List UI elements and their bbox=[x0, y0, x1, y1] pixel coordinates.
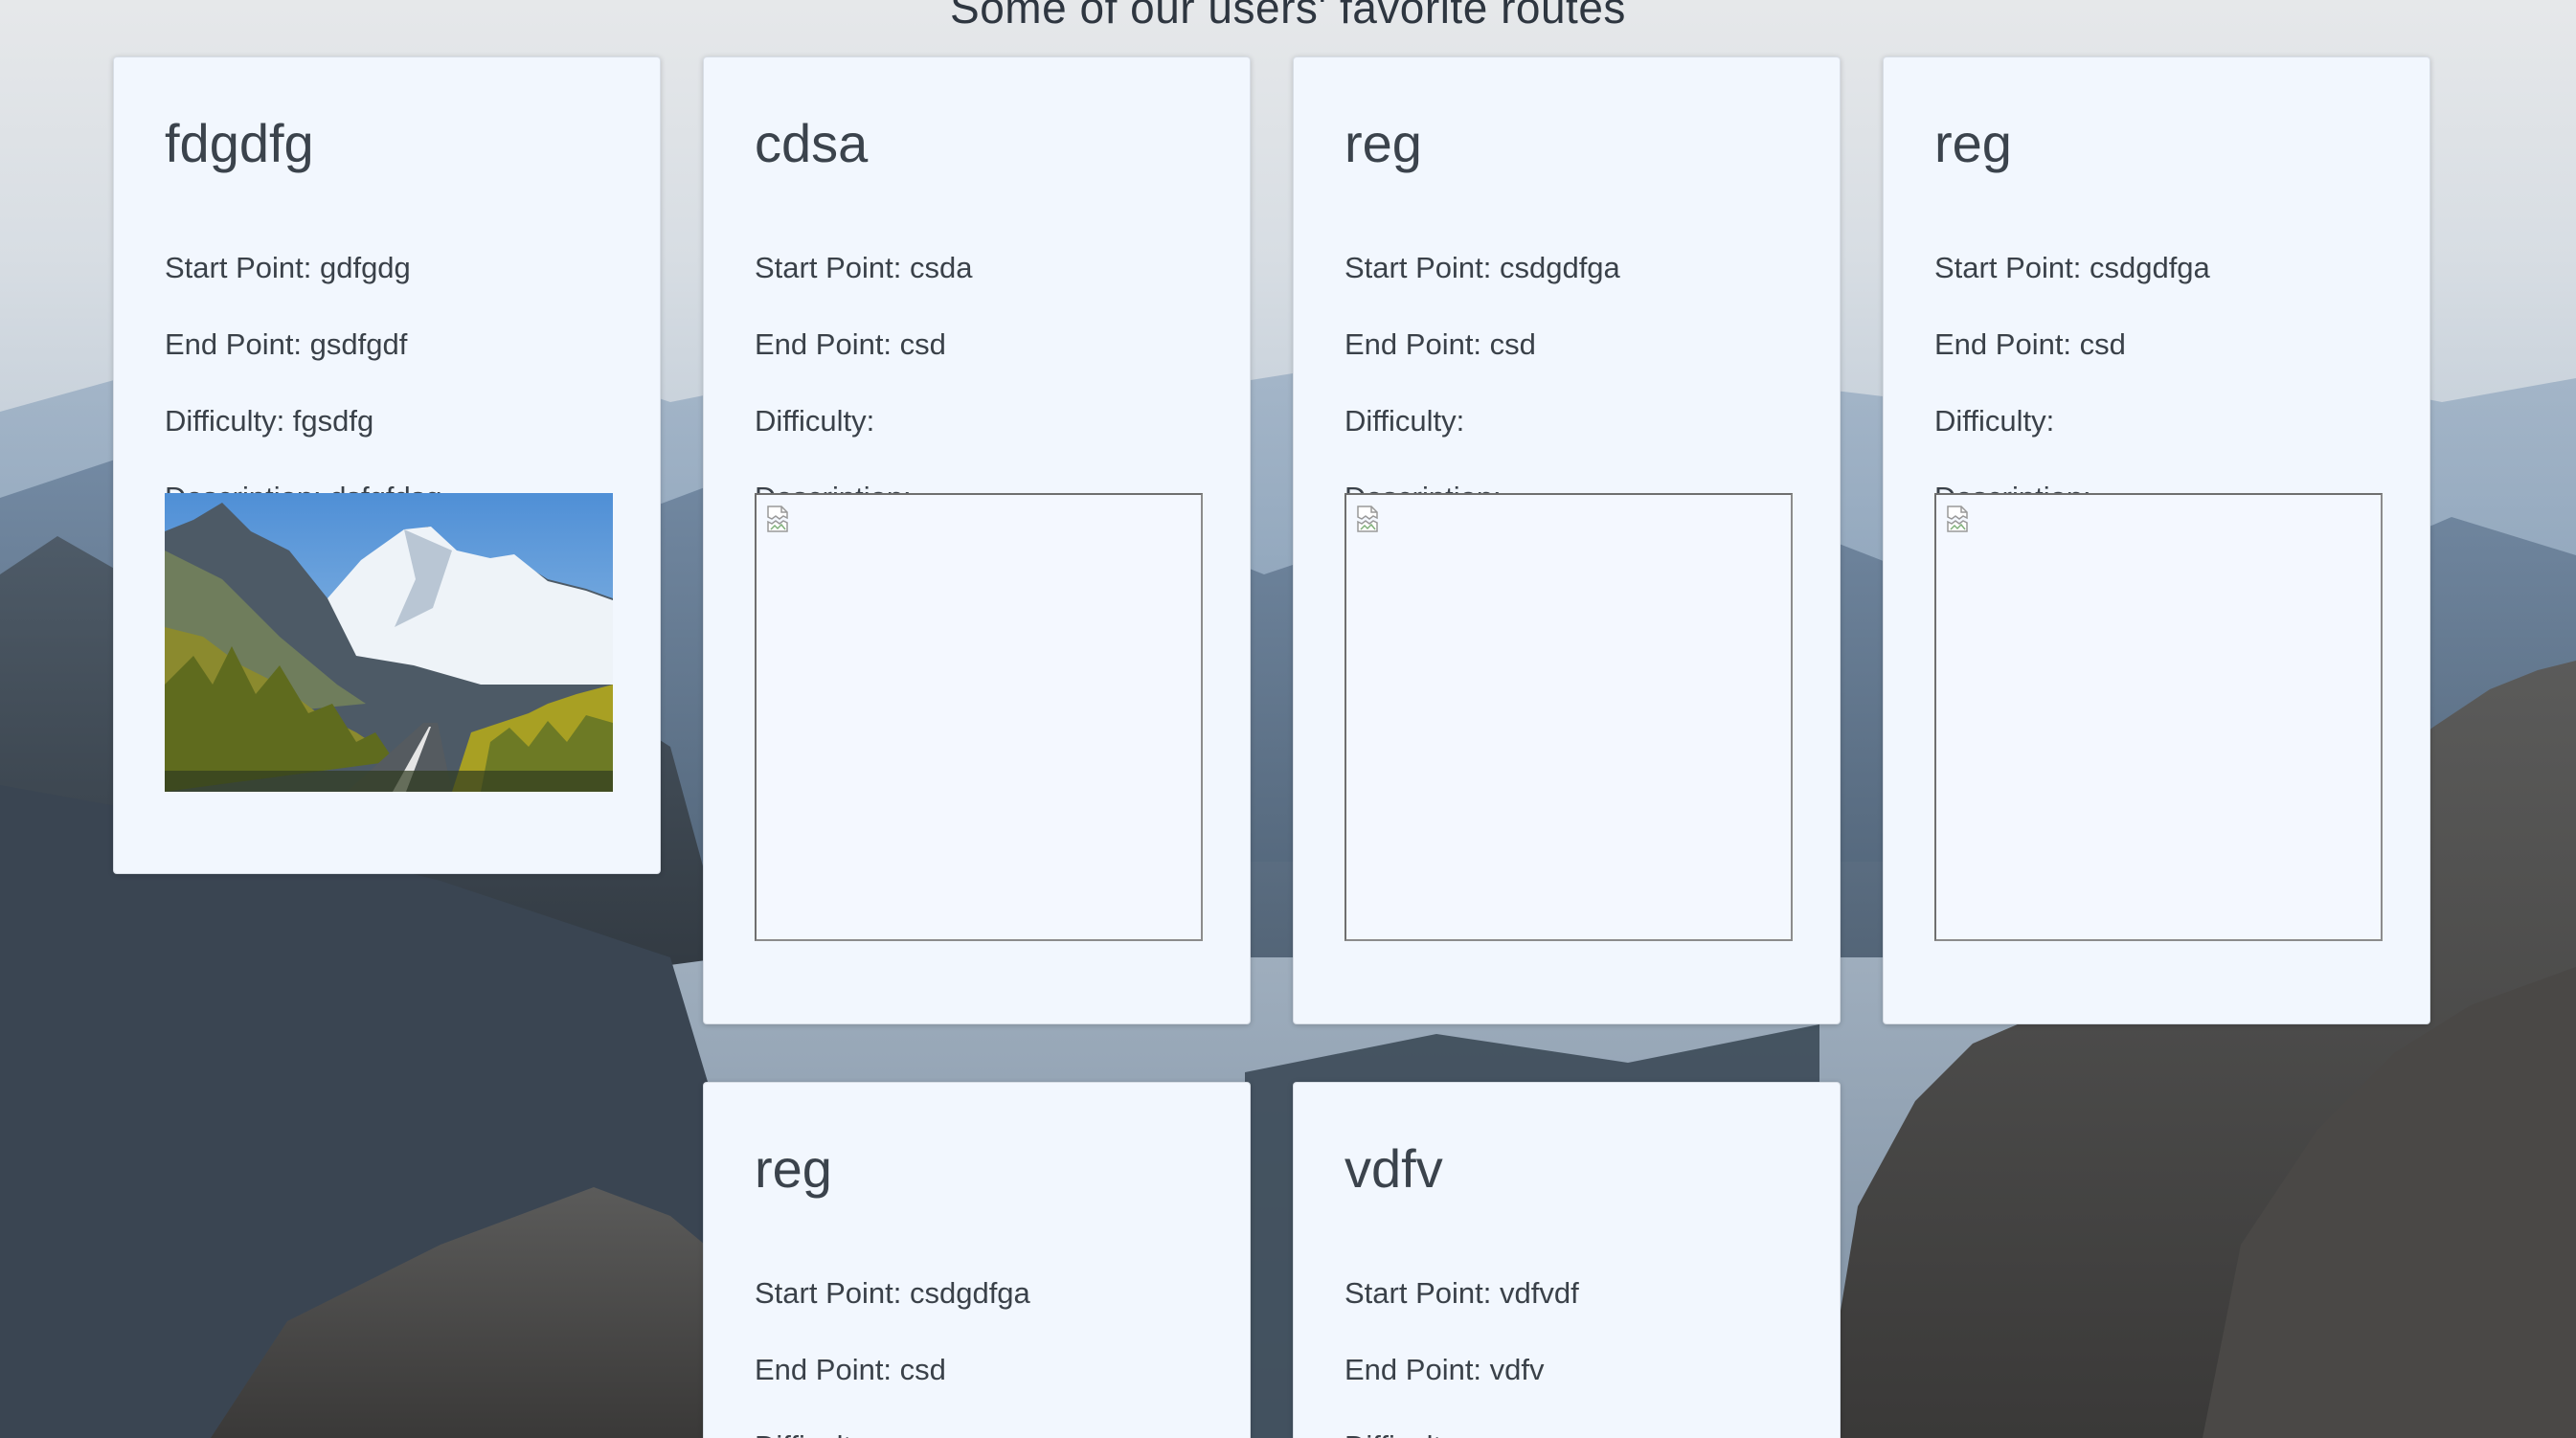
start-point: Start Point: csdgdfga bbox=[1934, 253, 2210, 282]
end-point-label: End Point: bbox=[755, 1353, 900, 1386]
end-point-value: csd bbox=[1489, 327, 1536, 361]
end-point: End Point: csd bbox=[755, 329, 946, 359]
end-point-value: vdfv bbox=[1489, 1353, 1545, 1386]
route-card: vdfv Start Point: vdfvdf End Point: vdfv… bbox=[1293, 1082, 1841, 1438]
start-point: Start Point: vdfvdf bbox=[1344, 1278, 1579, 1308]
difficulty-label: Difficulty: bbox=[1344, 1429, 1464, 1438]
route-name: fdgdfg bbox=[165, 113, 314, 173]
difficulty: Difficulty: bbox=[755, 406, 874, 436]
end-point-label: End Point: bbox=[1344, 1353, 1490, 1386]
start-point-value: csdgdfga bbox=[909, 1276, 1030, 1310]
difficulty-label: Difficulty: bbox=[755, 1429, 874, 1438]
start-point: Start Point: csdgdfga bbox=[1344, 253, 1620, 282]
difficulty-label: Difficulty: bbox=[755, 404, 875, 438]
end-point-value: csd bbox=[2079, 327, 2126, 361]
start-point-label: Start Point: bbox=[755, 251, 910, 284]
difficulty: Difficulty: bbox=[1344, 406, 1464, 436]
start-point-label: Start Point: bbox=[1344, 1276, 1500, 1310]
start-point-label: Start Point: bbox=[1344, 251, 1500, 284]
route-card: reg Start Point: csdgdfga End Point: csd… bbox=[703, 1082, 1251, 1438]
route-name: reg bbox=[1934, 113, 2012, 173]
end-point: End Point: csd bbox=[1344, 329, 1536, 359]
end-point-value: csd bbox=[899, 327, 946, 361]
route-image-placeholder bbox=[755, 493, 1203, 941]
end-point-label: End Point: bbox=[1344, 327, 1490, 361]
start-point-label: Start Point: bbox=[755, 1276, 910, 1310]
end-point-value: csd bbox=[899, 1353, 946, 1386]
difficulty-label: Difficulty: bbox=[1934, 404, 2055, 438]
end-point: End Point: csd bbox=[1934, 329, 2126, 359]
difficulty-label: Difficulty: bbox=[1344, 404, 1465, 438]
route-image-placeholder bbox=[1344, 493, 1793, 941]
start-point-label: Start Point: bbox=[1934, 251, 2090, 284]
broken-image-icon bbox=[1947, 506, 1968, 532]
difficulty: Difficulty: bbox=[1934, 406, 2054, 436]
end-point-value: gsdfgdf bbox=[309, 327, 408, 361]
difficulty-label: Difficulty: bbox=[165, 404, 293, 438]
route-card: reg Start Point: csdgdfga End Point: csd… bbox=[1883, 56, 2430, 1024]
difficulty-value: fgsdfg bbox=[292, 404, 374, 438]
page-title: Some of our users' favorite routes bbox=[950, 0, 1626, 33]
difficulty: Difficulty: bbox=[1344, 1431, 1464, 1438]
end-point-label: End Point: bbox=[755, 327, 900, 361]
difficulty: Difficulty: fgsdfg bbox=[165, 406, 373, 436]
broken-image-icon bbox=[767, 506, 788, 532]
end-point: End Point: csd bbox=[755, 1355, 946, 1384]
route-name: vdfv bbox=[1344, 1138, 1443, 1199]
end-point: End Point: vdfv bbox=[1344, 1355, 1545, 1384]
route-card: cdsa Start Point: csda End Point: csd Di… bbox=[703, 56, 1251, 1024]
start-point-value: gdfgdg bbox=[319, 251, 411, 284]
route-name: cdsa bbox=[755, 113, 869, 173]
difficulty: Difficulty: bbox=[755, 1431, 874, 1438]
broken-image-icon bbox=[1357, 506, 1378, 532]
route-name: reg bbox=[755, 1138, 832, 1199]
end-point: End Point: gsdfgdf bbox=[165, 329, 407, 359]
mountain-road-photo bbox=[165, 493, 613, 792]
route-card: fdgdfg Start Point: gdfgdg End Point: gs… bbox=[113, 56, 661, 874]
start-point: Start Point: csda bbox=[755, 253, 972, 282]
end-point-label: End Point: bbox=[165, 327, 310, 361]
route-name: reg bbox=[1344, 113, 1422, 173]
route-image-placeholder bbox=[1934, 493, 2383, 941]
route-card: reg Start Point: csdgdfga End Point: csd… bbox=[1293, 56, 1841, 1024]
start-point-value: csdgdfga bbox=[1499, 251, 1620, 284]
start-point: Start Point: csdgdfga bbox=[755, 1278, 1030, 1308]
start-point-label: Start Point: bbox=[165, 251, 320, 284]
start-point: Start Point: gdfgdg bbox=[165, 253, 411, 282]
start-point-value: csdgdfga bbox=[2089, 251, 2210, 284]
start-point-value: csda bbox=[909, 251, 973, 284]
start-point-value: vdfvdf bbox=[1499, 1276, 1579, 1310]
end-point-label: End Point: bbox=[1934, 327, 2080, 361]
